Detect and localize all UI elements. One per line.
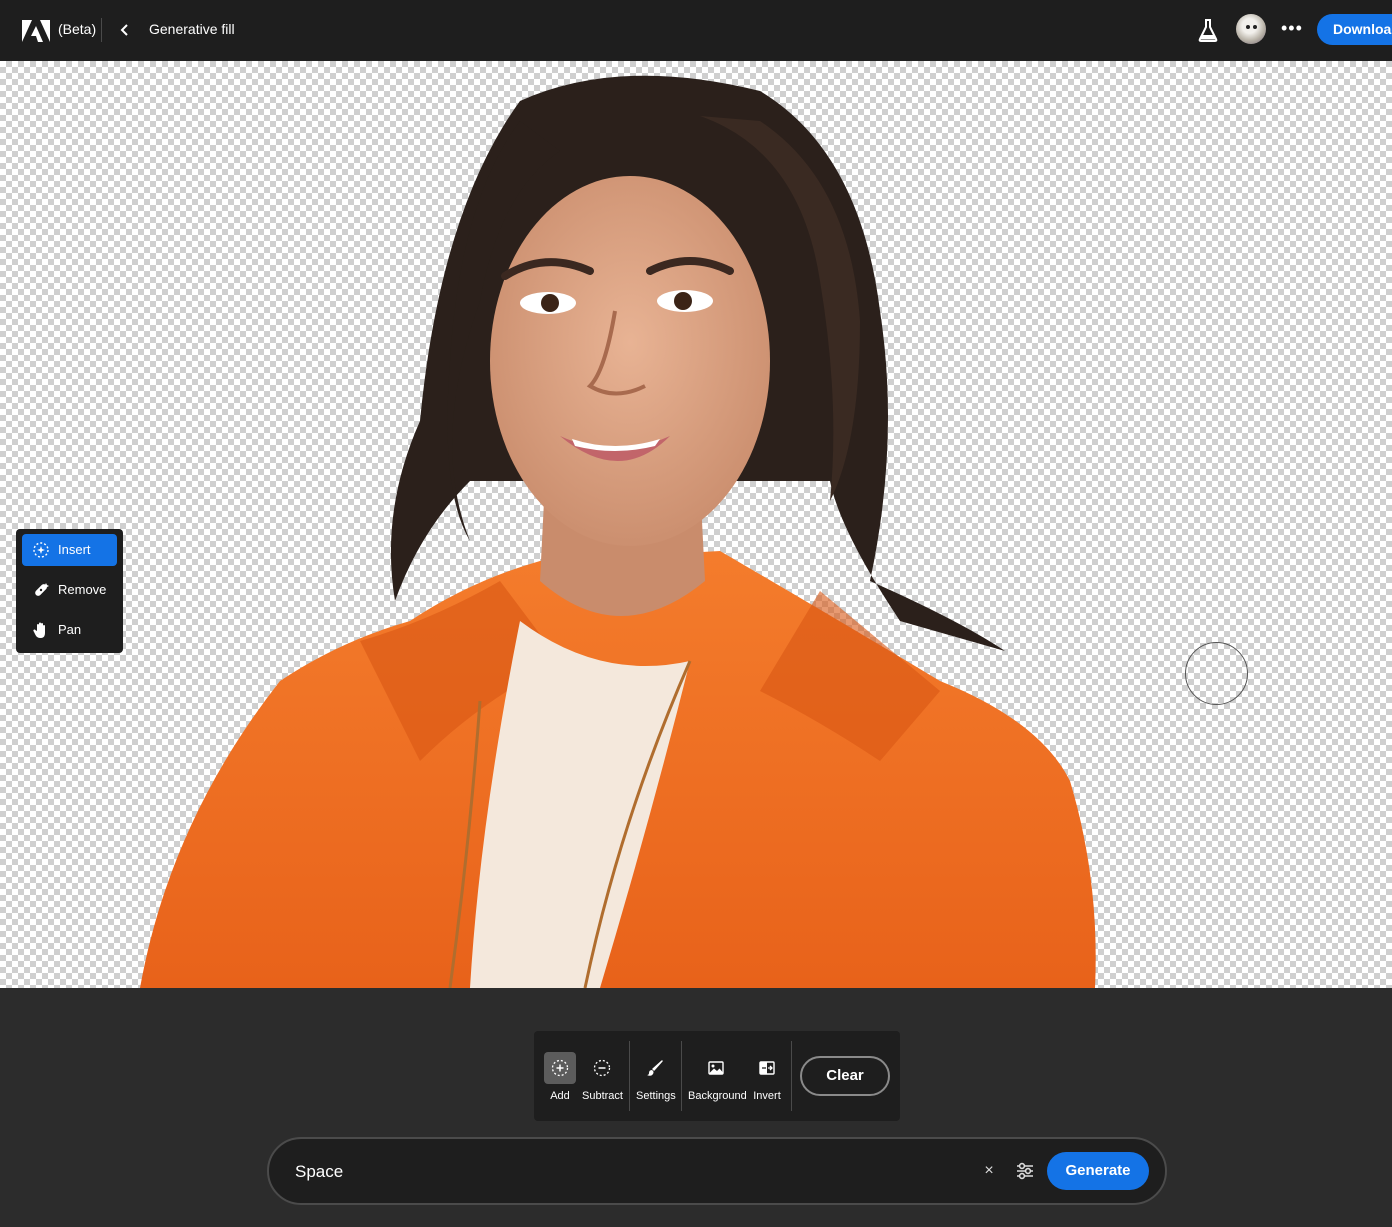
clear-button[interactable]: Clear xyxy=(800,1056,890,1096)
add-brush-icon xyxy=(551,1059,569,1077)
background-label: Background xyxy=(688,1090,747,1102)
toolbar-divider xyxy=(791,1041,792,1111)
tool-pan-label: Pan xyxy=(58,622,82,637)
invert-label: Invert xyxy=(753,1090,781,1102)
image-icon xyxy=(708,1061,724,1075)
download-button[interactable]: Download xyxy=(1317,14,1392,45)
tool-remove[interactable]: Remove xyxy=(22,574,117,606)
prompt-input[interactable] xyxy=(295,1155,935,1189)
tool-insert-label: Insert xyxy=(58,542,91,557)
brush-icon xyxy=(647,1060,663,1076)
insert-sparkle-icon xyxy=(33,542,49,558)
user-avatar[interactable] xyxy=(1236,14,1266,44)
remove-bandage-icon xyxy=(35,583,49,596)
brush-cursor xyxy=(1185,642,1248,705)
tool-pan[interactable]: Pan xyxy=(22,614,117,646)
background-button[interactable]: Background xyxy=(688,1052,747,1102)
toolbar-divider xyxy=(629,1041,630,1111)
adobe-logo-icon[interactable] xyxy=(22,18,50,42)
tool-menu: Insert Remove Pan xyxy=(16,529,123,653)
beta-label: (Beta) xyxy=(58,21,97,37)
settings-button[interactable]: Settings xyxy=(636,1052,676,1102)
prompt-bar: × Generate xyxy=(267,1137,1167,1205)
image-canvas[interactable]: Insert Remove Pan xyxy=(0,61,1392,988)
selection-toolbar: Add Subtract Settings Background Invert … xyxy=(534,1031,900,1121)
subtract-label: Subtract xyxy=(582,1090,623,1102)
bottom-panel: Add Subtract Settings Background Invert … xyxy=(0,988,1392,1227)
settings-label: Settings xyxy=(636,1090,676,1102)
back-chevron-icon[interactable] xyxy=(116,20,134,40)
invert-button[interactable]: Invert xyxy=(750,1052,784,1102)
invert-icon xyxy=(759,1061,775,1075)
page-title: Generative fill xyxy=(149,21,235,37)
hand-icon xyxy=(33,622,45,638)
clear-prompt-icon[interactable]: × xyxy=(977,1159,1001,1183)
subtract-brush-icon xyxy=(593,1059,611,1077)
subtract-button[interactable]: Subtract xyxy=(582,1052,623,1102)
more-options-icon[interactable]: ••• xyxy=(1281,18,1303,38)
labs-flask-icon[interactable] xyxy=(1198,17,1218,43)
generate-button[interactable]: Generate xyxy=(1047,1152,1149,1190)
add-button[interactable]: Add xyxy=(544,1052,576,1102)
header-divider xyxy=(101,18,102,42)
toolbar-divider xyxy=(681,1041,682,1111)
top-bar: (Beta) Generative fill ••• Download xyxy=(0,0,1392,61)
subject-image xyxy=(140,75,1096,988)
sliders-icon[interactable] xyxy=(1013,1159,1037,1183)
add-label: Add xyxy=(550,1090,570,1102)
tool-insert[interactable]: Insert xyxy=(22,534,117,566)
tool-remove-label: Remove xyxy=(58,582,107,597)
